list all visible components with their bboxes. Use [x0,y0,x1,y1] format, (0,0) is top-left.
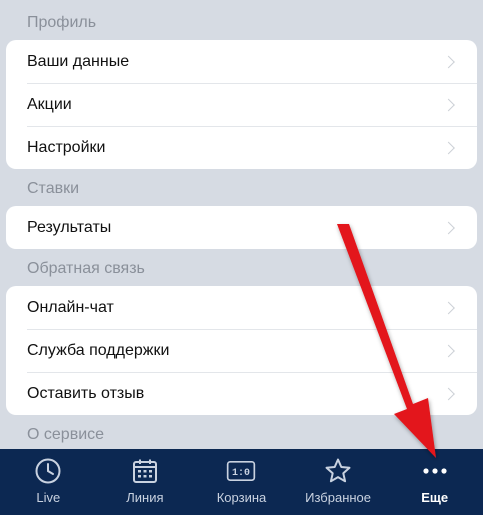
menu-item-label: Онлайн-чат [27,298,114,316]
chevron-right-icon [442,344,455,357]
bottom-tab-bar: Live Линия 1:0 Корзина Избранное Еще [0,449,483,515]
section-header-feedback: Обратная связь [27,260,145,277]
menu-item-label: Оставить отзыв [27,384,145,402]
menu-item-label: Ваши данные [27,52,130,70]
menu-item-label: Настройки [27,138,106,156]
chevron-right-icon [442,387,455,400]
tab-line[interactable]: Линия [97,449,194,515]
tab-label: Линия [126,490,164,505]
section-header-profile: Профиль [27,14,97,31]
scoreboard-icon-text: 1:0 [232,468,250,479]
calendar-icon [130,457,160,485]
menu-item-label: Служба поддержки [27,341,170,359]
feedback-card: Онлайн-чат Служба поддержки Оставить отз… [6,286,477,415]
more-dots-icon [420,457,450,485]
menu-item-promotions[interactable]: Акции [6,83,477,126]
chevron-right-icon [442,141,455,154]
chevron-right-icon [442,98,455,111]
tab-basket[interactable]: 1:0 Корзина [193,449,290,515]
more-menu-screen: Профиль Ваши данные Акции Настройки Став… [0,0,483,515]
section-header-bets: Ставки [27,180,80,197]
menu-item-label: Акции [27,95,72,113]
menu-item-leave-review[interactable]: Оставить отзыв [6,372,477,415]
tab-more[interactable]: Еще [386,449,483,515]
tab-label: Корзина [216,490,267,505]
menu-item-support[interactable]: Служба поддержки [6,329,477,372]
chevron-right-icon [442,55,455,68]
tab-label: Еще [421,490,449,505]
chevron-right-icon [442,301,455,314]
menu-item-label: Результаты [27,218,112,236]
bets-card: Результаты [6,206,477,249]
menu-item-your-data[interactable]: Ваши данные [6,40,477,83]
menu-item-results[interactable]: Результаты [6,206,477,249]
tab-favorites[interactable]: Избранное [290,449,387,515]
chevron-right-icon [442,221,455,234]
tab-label: Избранное [305,490,372,505]
section-header-about: О сервисе [27,426,105,443]
profile-card: Ваши данные Акции Настройки [6,40,477,169]
tab-live[interactable]: Live [0,449,97,515]
menu-item-settings[interactable]: Настройки [6,126,477,169]
scoreboard-icon: 1:0 [226,457,256,485]
menu-item-online-chat[interactable]: Онлайн-чат [6,286,477,329]
clock-icon [33,457,63,485]
tab-label: Live [36,490,61,505]
star-icon [323,457,353,485]
